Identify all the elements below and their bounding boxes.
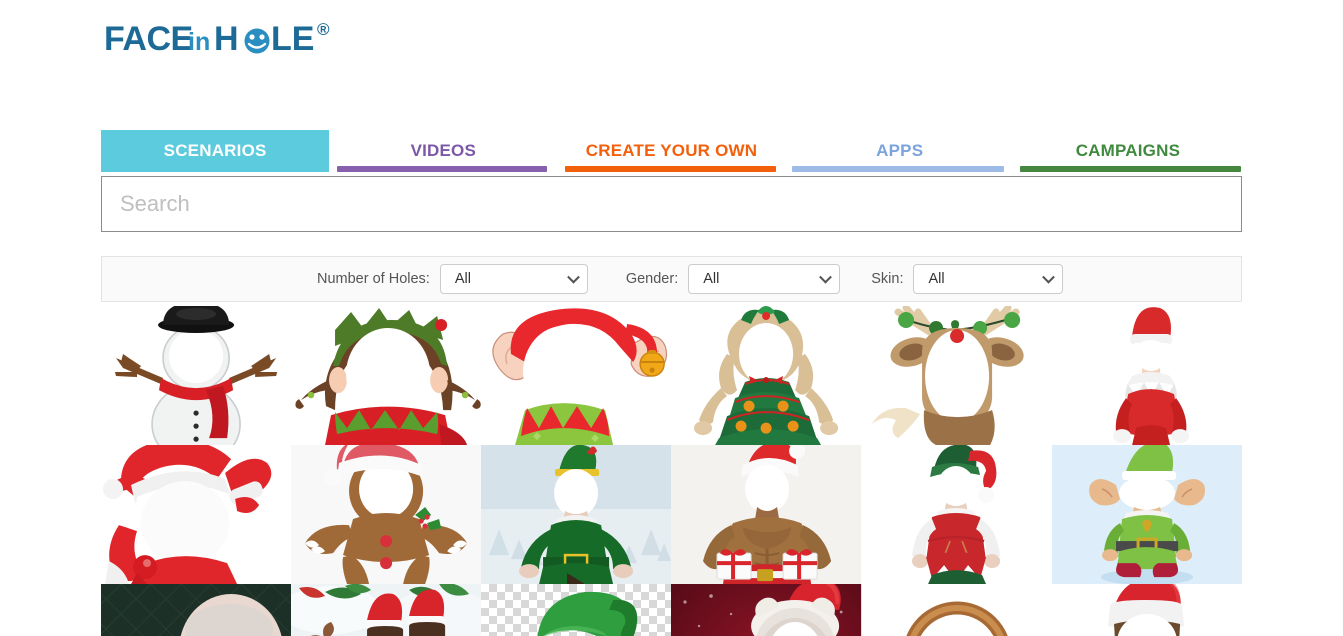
scenario-thumbnail[interactable]	[481, 584, 672, 636]
scenario-thumbnail[interactable]	[291, 445, 482, 584]
search-input[interactable]	[120, 177, 1241, 231]
scenario-thumbnail[interactable]	[291, 306, 482, 445]
tab-videos-label: VIDEOS	[410, 141, 477, 160]
svg-text:LE: LE	[271, 20, 314, 58]
child-elf-costume-image	[861, 445, 1052, 584]
scenario-thumbnail[interactable]	[671, 306, 862, 445]
number-of-holes-select[interactable]: All	[439, 264, 588, 294]
skin-value: All	[928, 271, 945, 287]
tab-underline	[1019, 166, 1242, 172]
chevron-down-icon	[566, 270, 580, 284]
chevron-down-icon	[1042, 270, 1056, 284]
scenario-thumbnail[interactable]	[481, 445, 672, 584]
reindeer-lights-image	[861, 306, 1052, 445]
tab-apps-label: APPS	[876, 141, 924, 160]
girl-elf-braids-image	[291, 306, 482, 445]
elf-on-shelf-image	[1051, 306, 1242, 445]
svg-text:®: ®	[317, 20, 330, 39]
santa-waving-image	[101, 445, 292, 584]
tab-campaigns-label: CAMPAIGNS	[1075, 141, 1181, 160]
tab-scenarios[interactable]: SCENARIOS	[101, 130, 330, 172]
santa-with-child-image	[101, 584, 292, 636]
tab-create-your-own[interactable]: CREATE YOUR OWN	[557, 130, 785, 172]
svg-text:FACE: FACE	[104, 20, 193, 58]
scenario-thumbnail[interactable]	[861, 584, 1052, 636]
tab-apps[interactable]: APPS	[786, 130, 1014, 172]
faceinhole-page: FACE in H LE ® SCENARIOS VIDEOS CREATE Y…	[0, 0, 1343, 636]
filter-gender: Gender: All	[625, 264, 841, 294]
site-logo[interactable]: FACE in H LE ®	[104, 18, 364, 62]
scenario-thumbnail[interactable]	[101, 584, 292, 636]
green-elf-hat-clover-image	[537, 591, 638, 636]
number-of-holes-value: All	[454, 271, 471, 287]
filter-bar: Number of Holes: All Gender: All Skin: A…	[101, 256, 1242, 302]
scenario-thumbnail[interactable]	[481, 306, 672, 445]
scenario-thumbnail[interactable]	[101, 445, 292, 584]
gingerbread-man-image	[291, 445, 482, 584]
shirtless-santa-image	[671, 445, 862, 584]
svg-text:H: H	[214, 20, 239, 58]
filter-gender-label: Gender:	[625, 271, 679, 287]
scenario-thumbnail[interactable]	[291, 584, 482, 636]
logo-icon: FACE in H LE ®	[104, 20, 330, 58]
gender-select[interactable]: All	[688, 264, 841, 294]
santa-hat-small-image	[1051, 584, 1242, 636]
snowman-top-hat-image	[101, 306, 292, 445]
filter-number-of-holes: Number of Holes: All	[317, 264, 588, 294]
christmas-tree-dress-image	[671, 306, 862, 445]
elf-red-hat-bell-image	[481, 306, 672, 445]
snow-elf-legs-image	[291, 584, 482, 636]
tab-create-your-own-label: CREATE YOUR OWN	[585, 141, 758, 160]
svg-text:in: in	[188, 28, 210, 56]
tab-underline	[565, 166, 776, 172]
wooden-ring-frame-image	[861, 584, 1052, 636]
gender-value: All	[703, 271, 720, 287]
tab-underline	[791, 166, 1004, 172]
tab-videos[interactable]: VIDEOS	[329, 130, 557, 172]
scenario-thumbnail[interactable]	[1051, 584, 1242, 636]
scenario-thumbnail[interactable]	[671, 445, 862, 584]
scenario-thumbnail[interactable]	[101, 306, 292, 445]
filter-number-of-holes-label: Number of Holes:	[317, 271, 430, 287]
search-bar[interactable]	[101, 176, 1242, 232]
buddy-the-elf-image	[481, 445, 672, 584]
scenario-thumbnail[interactable]	[671, 584, 862, 636]
scenario-grid	[101, 306, 1242, 636]
scenario-thumbnail[interactable]	[1051, 306, 1242, 445]
tab-underline	[337, 166, 548, 172]
skin-select[interactable]: All	[913, 264, 1064, 294]
santa-dark-red-image	[671, 584, 862, 636]
scenario-thumbnail[interactable]	[861, 306, 1052, 445]
scenario-thumbnail[interactable]	[861, 445, 1052, 584]
filter-skin: Skin: All	[871, 264, 1064, 294]
tab-scenarios-label: SCENARIOS	[163, 141, 267, 160]
filter-skin-label: Skin:	[871, 271, 904, 287]
scenario-thumbnail[interactable]	[1051, 445, 1242, 584]
main-navigation: SCENARIOS VIDEOS CREATE YOUR OWN APPS CA…	[101, 130, 1242, 172]
tab-campaigns[interactable]: CAMPAIGNS	[1014, 130, 1242, 172]
green-gnome-elf-image	[1051, 445, 1242, 584]
chevron-down-icon	[819, 270, 833, 284]
